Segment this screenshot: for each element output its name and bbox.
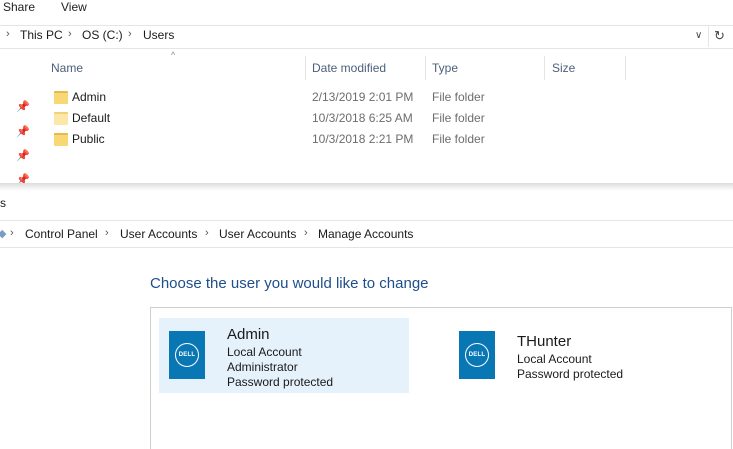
column-divider[interactable] <box>544 56 545 80</box>
account-password-status: Password protected <box>227 375 334 389</box>
column-header-name[interactable]: Name <box>51 61 83 75</box>
file-date: 10/3/2018 6:25 AM <box>312 111 413 125</box>
refresh-icon[interactable]: ↻ <box>714 28 725 44</box>
breadcrumb-this-pc[interactable]: This PC <box>20 28 63 42</box>
column-divider[interactable] <box>425 56 426 80</box>
file-name: Public <box>72 132 105 146</box>
address-dropdown-chevron-icon[interactable]: ∨ <box>695 30 702 41</box>
breadcrumb-manage-accounts[interactable]: Manage Accounts <box>318 227 413 241</box>
dell-logo-icon: DELL <box>175 343 199 367</box>
account-details: Local Account Password protected <box>517 352 623 382</box>
breadcrumb-control-panel[interactable]: Control Panel <box>25 227 98 241</box>
file-type: File folder <box>432 132 485 146</box>
column-header-size[interactable]: Size <box>552 61 575 75</box>
file-row-admin[interactable]: Admin 2/13/2019 2:01 PM File folder <box>50 87 733 108</box>
user-avatar: DELL <box>169 331 205 379</box>
control-panel-icon: ◆ <box>0 228 7 240</box>
file-name: Admin <box>72 90 107 104</box>
breadcrumb-users[interactable]: Users <box>143 28 174 42</box>
breadcrumb-chevron-icon: › <box>105 227 109 239</box>
column-header-date-modified[interactable]: Date modified <box>312 61 386 75</box>
ribbon-tab-share[interactable]: Share <box>3 0 35 14</box>
account-name: Admin <box>227 326 270 343</box>
account-password-status: Password protected <box>517 367 624 381</box>
breadcrumb-chevron-icon: › <box>6 28 10 40</box>
pin-icon: 📌 <box>16 126 30 138</box>
user-avatar: DELL <box>459 331 495 379</box>
column-header-type[interactable]: Type <box>432 61 458 75</box>
folder-icon <box>54 133 68 146</box>
account-type: Local Account <box>227 345 302 359</box>
file-type: File folder <box>432 111 485 125</box>
breadcrumb-user-accounts-2[interactable]: User Accounts <box>219 227 296 241</box>
account-card-admin[interactable]: DELL Admin Local Account Administrator P… <box>159 318 409 393</box>
breadcrumb-user-accounts[interactable]: User Accounts <box>120 227 197 241</box>
breadcrumb-chevron-icon: › <box>304 227 308 239</box>
file-date: 10/3/2018 2:21 PM <box>312 132 414 146</box>
breadcrumb-chevron-icon: › <box>10 227 14 239</box>
sort-ascending-icon: ^ <box>171 50 176 60</box>
breadcrumb-chevron-icon: › <box>68 28 72 40</box>
account-name: THunter <box>517 333 572 350</box>
column-divider[interactable] <box>625 56 626 80</box>
file-date: 2/13/2019 2:01 PM <box>312 90 414 104</box>
pin-icon: 📌 <box>16 101 30 113</box>
breadcrumb-chevron-icon: › <box>128 28 132 40</box>
window-title: s <box>0 196 6 210</box>
file-type: File folder <box>432 90 485 104</box>
breadcrumb-os-c[interactable]: OS (C:) <box>82 28 123 42</box>
column-divider[interactable] <box>305 56 306 80</box>
pin-icon: 📌 <box>16 150 30 162</box>
account-type: Local Account <box>517 352 592 366</box>
address-divider <box>708 25 709 47</box>
window-separator <box>0 183 733 191</box>
breadcrumb-chevron-icon: › <box>205 227 209 239</box>
file-row-default[interactable]: Default 10/3/2018 6:25 AM File folder <box>50 108 733 129</box>
account-card-thunter[interactable]: DELL THunter Local Account Password prot… <box>449 326 699 386</box>
account-details: Local Account Administrator Password pro… <box>227 345 333 390</box>
ribbon-tab-view[interactable]: View <box>61 0 87 14</box>
account-role: Administrator <box>227 360 298 374</box>
file-name: Default <box>72 111 111 125</box>
dell-logo-icon: DELL <box>465 343 489 367</box>
page-title: Choose the user you would like to change <box>150 275 429 292</box>
folder-icon <box>54 112 68 125</box>
folder-icon <box>54 91 68 104</box>
file-row-public[interactable]: Public 10/3/2018 2:21 PM File folder <box>50 129 733 150</box>
